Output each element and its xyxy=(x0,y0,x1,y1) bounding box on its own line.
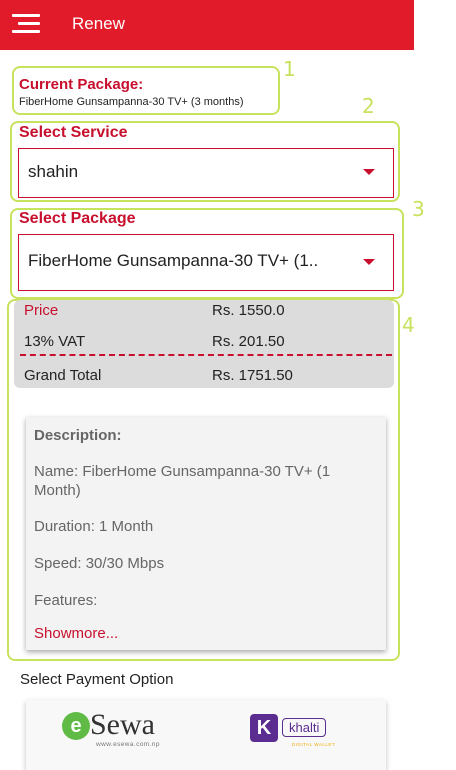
current-package-label: Current Package: xyxy=(19,76,144,93)
service-dropdown-value: shahin xyxy=(28,162,79,181)
esewa-brand-text: Sewa xyxy=(90,708,155,741)
grand-total-value: Rs. 1751.50 xyxy=(212,367,293,384)
payment-options: e Sewa www.esewa.com.np K khalti DIGITAL… xyxy=(26,700,386,770)
description-card: Description: Name: FiberHome Gunsampanna… xyxy=(26,417,386,650)
khalti-logo-icon: K xyxy=(250,714,278,742)
esewa-url-text: www.esewa.com.np xyxy=(96,741,160,748)
page-title: Renew xyxy=(72,14,125,33)
esewa-option[interactable]: e Sewa www.esewa.com.np xyxy=(60,708,180,760)
dropdown-arrow-icon xyxy=(363,259,375,265)
payment-option-label: Select Payment Option xyxy=(20,671,174,688)
price-label: Price xyxy=(24,302,59,319)
khalti-tagline-text: DIGITAL WALLET xyxy=(292,742,336,747)
annotation-number-2: 2 xyxy=(362,94,375,118)
vat-value: Rs. 201.50 xyxy=(212,333,285,350)
app-bar: Renew xyxy=(0,0,414,50)
description-speed: Speed: 30/30 Mbps xyxy=(34,555,165,572)
dropdown-arrow-icon xyxy=(363,169,375,175)
annotation-number-3: 3 xyxy=(412,197,425,221)
khalti-option[interactable]: K khalti DIGITAL WALLET xyxy=(244,714,354,754)
select-service-label: Select Service xyxy=(19,124,128,141)
annotation-number-1: 1 xyxy=(283,57,296,81)
description-heading: Description: xyxy=(34,427,122,444)
annotation-number-4: 4 xyxy=(402,313,415,337)
vat-label: 13% VAT xyxy=(24,333,86,350)
current-package-value: FiberHome Gunsampanna-30 TV+ (3 months) xyxy=(19,96,244,108)
description-name-line2: Month) xyxy=(34,482,81,499)
description-duration: Duration: 1 Month xyxy=(34,518,154,535)
service-dropdown[interactable]: shahin xyxy=(18,148,394,198)
esewa-logo-icon: e xyxy=(62,712,90,740)
menu-icon[interactable] xyxy=(12,14,42,36)
grand-total-label: Grand Total xyxy=(24,367,102,384)
show-more-link[interactable]: Showmore... xyxy=(34,625,118,642)
package-dropdown-value: FiberHome Gunsampanna-30 TV+ (1.. xyxy=(28,251,319,270)
description-name-line1: Name: FiberHome Gunsampanna-30 TV+ (1 xyxy=(34,463,331,480)
select-package-label: Select Package xyxy=(19,210,136,227)
description-features: Features: xyxy=(34,592,98,609)
price-value: Rs. 1550.0 xyxy=(212,302,285,319)
khalti-brand-text: khalti xyxy=(282,718,327,737)
package-dropdown[interactable]: FiberHome Gunsampanna-30 TV+ (1.. xyxy=(18,234,394,291)
divider xyxy=(20,354,392,356)
